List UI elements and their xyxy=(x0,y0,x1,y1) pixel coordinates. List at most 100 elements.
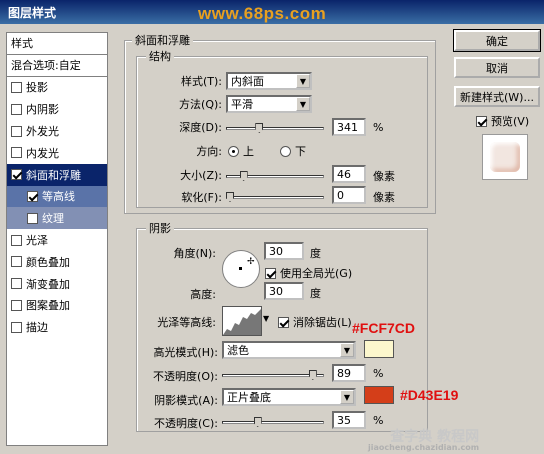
antialias-checkbox[interactable] xyxy=(278,316,289,328)
size-input[interactable]: 46 xyxy=(332,165,366,183)
highlight-row: 高光模式(H): xyxy=(140,344,218,360)
angle-center-dot xyxy=(239,267,242,270)
angle-input[interactable]: 30 xyxy=(264,242,304,260)
sidebar-item-checkbox[interactable] xyxy=(11,256,22,268)
direction-down-radio[interactable] xyxy=(280,145,291,157)
sidebar-item-checkbox[interactable] xyxy=(11,125,22,137)
global-light-checkbox[interactable] xyxy=(265,267,276,279)
sidebar-item-checkbox[interactable] xyxy=(11,147,22,159)
shadow-color-annotation: #D43E19 xyxy=(400,387,459,403)
sidebar-item-checkbox[interactable] xyxy=(11,103,22,115)
blending-options-item[interactable]: 混合选项:自定 xyxy=(7,55,107,77)
sidebar-item[interactable]: 内阴影 xyxy=(7,98,107,120)
gloss-row: 光泽等高线: xyxy=(150,314,216,330)
style-select[interactable]: 内斜面 ▼ xyxy=(226,72,312,90)
ok-button[interactable]: 确定 xyxy=(453,29,541,52)
chevron-down-icon: ▼ xyxy=(340,390,354,404)
watermark-top: www.68ps.com xyxy=(198,4,327,23)
direction-row: 方向: 上 下 xyxy=(170,143,306,159)
global-light-label: 使用全局光(G) xyxy=(280,267,353,280)
shadow-mode-label: 阴影模式(A): xyxy=(154,394,218,407)
soften-slider[interactable] xyxy=(226,191,324,203)
highlight-mode-select[interactable]: 滤色 ▼ xyxy=(222,341,356,359)
sidebar-item[interactable]: 纹理 xyxy=(7,207,107,230)
slider-thumb[interactable] xyxy=(255,123,264,133)
sidebar-item-label: 等高线 xyxy=(42,190,75,204)
sidebar-item[interactable]: 斜面和浮雕 xyxy=(7,163,107,186)
method-label: 方法(Q): xyxy=(179,98,222,111)
highlight-mode-label: 高光模式(H): xyxy=(153,346,218,359)
sh-opacity-label: 不透明度(C): xyxy=(154,417,218,430)
sh-opacity-row: 不透明度(C): xyxy=(140,415,218,431)
depth-input[interactable]: 341 xyxy=(332,118,366,136)
sidebar-item[interactable]: 内发光 xyxy=(7,142,107,164)
slider-thumb[interactable] xyxy=(226,192,234,202)
sidebar-item-label: 描边 xyxy=(26,321,48,335)
sidebar-item[interactable]: 等高线 xyxy=(7,185,107,208)
hl-opacity-input[interactable]: 89 xyxy=(332,364,366,382)
shadow-color-swatch[interactable] xyxy=(364,386,394,404)
soften-unit: 像素 xyxy=(373,191,395,204)
sh-opacity-slider[interactable] xyxy=(222,416,324,428)
sidebar-item-checkbox[interactable] xyxy=(11,278,22,290)
hl-opacity-slider[interactable] xyxy=(222,369,324,381)
sidebar-item[interactable]: 光泽 xyxy=(7,229,107,251)
sidebar-item[interactable]: 描边 xyxy=(7,316,107,338)
highlight-color-annotation: #FCF7CD xyxy=(352,320,416,336)
preview-swatch-shape xyxy=(490,142,520,172)
hl-opacity-label: 不透明度(O): xyxy=(153,370,218,383)
bevel-emboss-title: 斜面和浮雕 xyxy=(132,32,193,48)
preview-row: 预览(V) xyxy=(476,113,529,129)
sidebar-item-checkbox[interactable] xyxy=(11,81,22,93)
sidebar-item-checkbox[interactable] xyxy=(11,169,22,181)
depth-row: 深度(D): xyxy=(170,119,222,135)
style-list: 样式 混合选项:自定 投影内阴影外发光内发光斜面和浮雕等高线纹理 光泽颜色叠加渐变… xyxy=(6,32,108,446)
sidebar-item-label: 图案叠加 xyxy=(26,299,70,313)
gloss-contour-picker[interactable] xyxy=(222,306,262,336)
new-style-button[interactable]: 新建样式(W)... xyxy=(454,86,540,107)
sidebar-item-checkbox[interactable] xyxy=(11,234,22,246)
soften-input[interactable]: 0 xyxy=(332,186,366,204)
direction-down-label: 下 xyxy=(295,145,306,158)
sidebar-item[interactable]: 图案叠加 xyxy=(7,295,107,317)
sidebar-item-checkbox[interactable] xyxy=(27,190,38,202)
size-unit: 像素 xyxy=(373,170,395,183)
sidebar-item-checkbox[interactable] xyxy=(11,299,22,311)
depth-slider[interactable] xyxy=(226,122,324,134)
altitude-row: 高度: xyxy=(150,286,216,302)
sidebar-item-checkbox[interactable] xyxy=(11,321,22,333)
direction-up-radio[interactable] xyxy=(228,145,239,157)
sidebar-item[interactable]: 外发光 xyxy=(7,120,107,142)
slider-thumb[interactable] xyxy=(308,370,317,380)
sidebar-item[interactable]: 渐变叠加 xyxy=(7,273,107,295)
sidebar-item-label: 外发光 xyxy=(26,125,59,139)
depth-unit: % xyxy=(373,121,384,134)
sidebar-item[interactable]: 颜色叠加 xyxy=(7,251,107,273)
shadow-mode-select[interactable]: 正片叠底 ▼ xyxy=(222,388,356,406)
method-select[interactable]: 平滑 ▼ xyxy=(226,95,312,113)
style-preview-thumbnail xyxy=(482,134,528,180)
angle-label: 角度(N): xyxy=(173,247,216,260)
chevron-down-icon: ▼ xyxy=(296,74,310,88)
sidebar-item-label: 内阴影 xyxy=(26,103,59,117)
sh-opacity-input[interactable]: 35 xyxy=(332,411,366,429)
preview-label: 预览(V) xyxy=(491,115,530,128)
chevron-down-icon[interactable]: ▼ xyxy=(263,314,269,323)
slider-thumb[interactable] xyxy=(253,417,262,427)
slider-thumb[interactable] xyxy=(239,171,248,181)
size-slider[interactable] xyxy=(226,170,324,182)
cancel-button[interactable]: 取消 xyxy=(454,57,540,78)
highlight-color-swatch[interactable] xyxy=(364,340,394,358)
direction-label: 方向: xyxy=(196,145,222,158)
sidebar-item-label: 投影 xyxy=(26,81,48,95)
sidebar-item-checkbox[interactable] xyxy=(27,212,38,224)
styles-header[interactable]: 样式 xyxy=(7,33,107,55)
altitude-input[interactable]: 30 xyxy=(264,282,304,300)
angle-dial[interactable]: ✢ xyxy=(222,250,260,288)
sidebar-item-label: 斜面和浮雕 xyxy=(26,168,81,182)
sidebar-item[interactable]: 投影 xyxy=(7,77,107,99)
preview-checkbox[interactable] xyxy=(476,115,487,127)
soften-label: 软化(F): xyxy=(181,191,222,204)
sidebar-item-label: 颜色叠加 xyxy=(26,255,70,269)
window-title: 图层样式 xyxy=(8,6,57,20)
